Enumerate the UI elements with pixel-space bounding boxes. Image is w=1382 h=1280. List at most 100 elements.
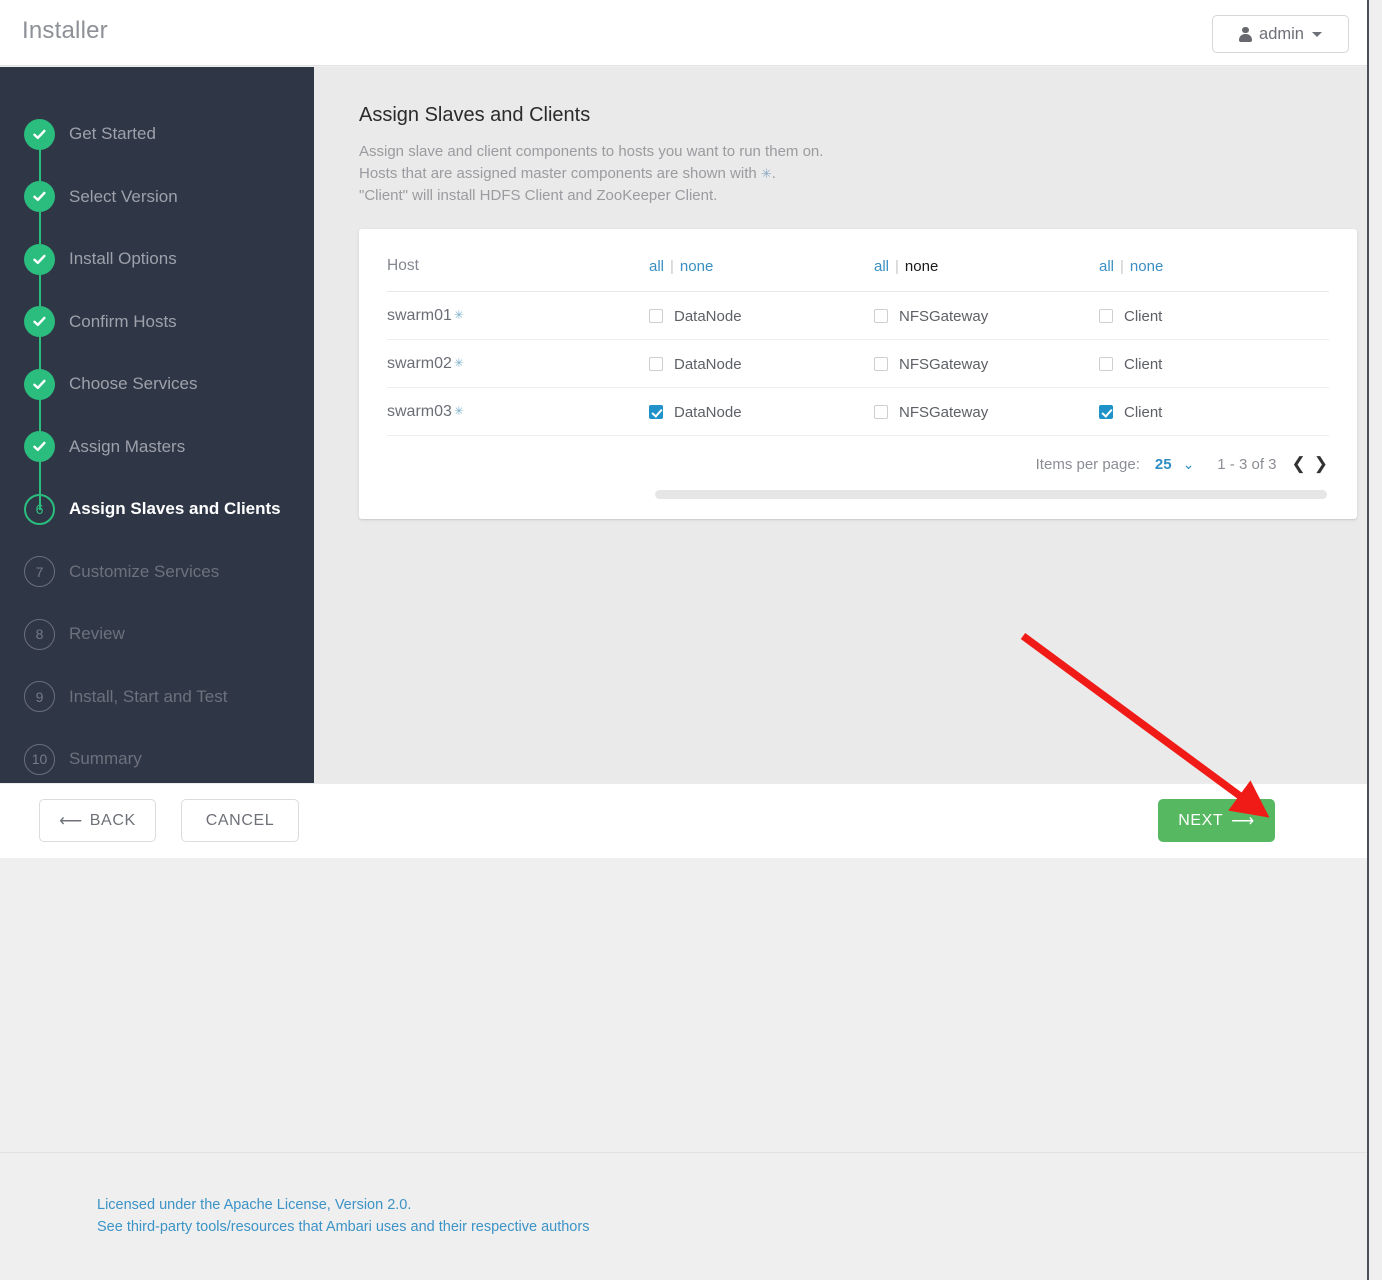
step-number-badge: 9	[24, 681, 55, 713]
component-label: DataNode	[674, 403, 742, 421]
sidebar-step-assign-masters[interactable]: Assign Masters	[0, 416, 314, 510]
select-all-link-client[interactable]: all	[1099, 258, 1114, 275]
column-header-host: Host	[387, 253, 649, 292]
component-cell-client: Client	[1099, 291, 1329, 340]
sidebar-step-customize-services[interactable]: 7 Customize Services	[0, 541, 314, 604]
component-toggle-client-swarm01[interactable]: Client	[1099, 308, 1329, 325]
arrow-right-icon: ⟶	[1231, 812, 1255, 830]
column-toggle-nfsgateway: all | none	[874, 253, 1099, 292]
checkbox-datanode[interactable]	[649, 309, 663, 323]
checkbox-nfsgateway[interactable]	[874, 357, 888, 371]
component-toggle-nfsgateway-swarm03[interactable]: NFSGateway	[874, 404, 1099, 421]
chevron-right-icon[interactable]: ❯	[1314, 454, 1328, 474]
license-link[interactable]: Licensed under the Apache License, Versi…	[97, 1194, 589, 1216]
sidebar-step-get-started[interactable]: Get Started	[0, 103, 314, 197]
checkbox-client[interactable]	[1099, 357, 1113, 371]
master-marker-icon: ✳	[760, 166, 772, 181]
next-button-label: NEXT	[1178, 811, 1224, 829]
host-name-cell: swarm03 ✳	[387, 387, 649, 436]
table-row: swarm01 ✳ DataNode NFSGateway Client	[387, 291, 1329, 340]
sidebar-step-assign-slaves-and-clients[interactable]: 6 Assign Slaves and Clients	[0, 478, 314, 541]
right-gutter	[1371, 0, 1382, 1280]
component-label: Client	[1124, 403, 1163, 421]
component-toggle-nfsgateway-swarm01[interactable]: NFSGateway	[874, 308, 1099, 325]
content-description: Assign slave and client components to ho…	[359, 141, 1339, 207]
chevron-left-icon[interactable]: ❮	[1292, 454, 1306, 474]
master-marker-icon: ✳	[453, 308, 464, 322]
checkbox-datanode[interactable]	[649, 405, 663, 419]
license-footer: Licensed under the Apache License, Versi…	[97, 1194, 589, 1238]
component-toggle-datanode-swarm03[interactable]: DataNode	[649, 404, 874, 421]
wizard-action-bar: ⟵ BACK CANCEL NEXT ⟶	[0, 783, 1367, 858]
sidebar-step-label: Customize Services	[69, 561, 220, 581]
select-none-link-client[interactable]: none	[1130, 258, 1163, 275]
select-all-link-nfsgateway[interactable]: all	[874, 258, 889, 275]
component-cell-nfsgateway: NFSGateway	[874, 339, 1099, 388]
description-line-1: Assign slave and client components to ho…	[359, 143, 824, 160]
toggle-separator: |	[895, 257, 899, 275]
check-icon	[24, 243, 55, 275]
assignment-card: Host all | none all | none all | none sw…	[359, 229, 1357, 519]
checkbox-client[interactable]	[1099, 405, 1113, 419]
sidebar-step-install-options[interactable]: Install Options	[0, 228, 314, 322]
step-number-badge: 8	[24, 618, 55, 650]
items-per-page-value[interactable]: 25	[1155, 456, 1172, 473]
top-bar: Installer admin	[0, 0, 1367, 66]
table-row: swarm02 ✳ DataNode NFSGateway Client	[387, 339, 1329, 388]
checkbox-nfsgateway[interactable]	[874, 309, 888, 323]
user-menu-button[interactable]: admin	[1212, 15, 1349, 53]
sidebar-step-label: Summary	[69, 749, 142, 769]
page-title: Installer	[22, 17, 108, 44]
component-label: Client	[1124, 307, 1163, 325]
component-toggle-datanode-swarm02[interactable]: DataNode	[649, 356, 874, 373]
component-cell-client: Client	[1099, 387, 1329, 436]
sidebar-step-choose-services[interactable]: Choose Services	[0, 353, 314, 447]
sidebar-step-label: Get Started	[69, 124, 156, 144]
component-label: Client	[1124, 355, 1163, 373]
footer-divider	[0, 1152, 1367, 1153]
sidebar-step-label: Assign Masters	[69, 436, 186, 456]
wizard-sidebar: Get Started Select Version Install Options…	[0, 67, 314, 783]
select-none-link-datanode[interactable]: none	[680, 258, 713, 275]
component-label: DataNode	[674, 355, 742, 373]
pagination-controls: Items per page: 25 ⌄ 1 - 3 of 3 ❮ ❯	[387, 454, 1328, 474]
third-party-link[interactable]: See third-party tools/resources that Amb…	[97, 1216, 589, 1238]
host-name-cell: swarm01 ✳	[387, 291, 649, 340]
chevron-down-icon	[1311, 31, 1322, 37]
check-icon	[24, 118, 55, 150]
checkbox-datanode[interactable]	[649, 357, 663, 371]
content-heading: Assign Slaves and Clients	[359, 104, 591, 126]
sidebar-step-label: Install, Start and Test	[69, 686, 228, 706]
select-none-link-nfsgateway[interactable]: none	[905, 258, 938, 275]
next-button[interactable]: NEXT ⟶	[1158, 799, 1275, 842]
sidebar-step-label: Assign Slaves and Clients	[69, 499, 281, 519]
select-all-link-datanode[interactable]: all	[649, 258, 664, 275]
description-line-2-text: Hosts that are assigned master component…	[359, 165, 761, 182]
cancel-button[interactable]: CANCEL	[181, 799, 299, 842]
sidebar-step-label: Review	[69, 624, 125, 644]
main-content: Assign Slaves and Clients Assign slave a…	[314, 67, 1367, 783]
component-toggle-client-swarm02[interactable]: Client	[1099, 356, 1329, 373]
table-header-row: Host all | none all | none all | none	[387, 253, 1329, 292]
checkbox-nfsgateway[interactable]	[874, 405, 888, 419]
chevron-down-icon[interactable]: ⌄	[1183, 456, 1195, 473]
arrow-left-icon: ⟵	[59, 812, 83, 830]
component-toggle-datanode-swarm01[interactable]: DataNode	[649, 308, 874, 325]
step-number-badge: 7	[24, 556, 55, 588]
component-cell-datanode: DataNode	[649, 387, 874, 436]
description-line-2: Hosts that are assigned master component…	[359, 163, 1339, 185]
column-toggle-client: all | none	[1099, 253, 1329, 292]
component-toggle-client-swarm03[interactable]: Client	[1099, 404, 1329, 421]
sidebar-step-select-version[interactable]: Select Version	[0, 166, 314, 260]
sidebar-step-review[interactable]: 8 Review	[0, 603, 314, 666]
user-icon	[1239, 26, 1253, 43]
screenshot-root: Installer admin Get Started Select Versio…	[0, 0, 1382, 1280]
sidebar-step-confirm-hosts[interactable]: Confirm Hosts	[0, 291, 314, 385]
back-button[interactable]: ⟵ BACK	[39, 799, 156, 842]
sidebar-step-install-start-and-test[interactable]: 9 Install, Start and Test	[0, 666, 314, 729]
component-toggle-nfsgateway-swarm02[interactable]: NFSGateway	[874, 356, 1099, 373]
sidebar-step-summary[interactable]: 10 Summary	[0, 728, 314, 791]
horizontal-scrollbar[interactable]	[655, 490, 1327, 499]
component-label: NFSGateway	[899, 307, 989, 325]
checkbox-client[interactable]	[1099, 309, 1113, 323]
